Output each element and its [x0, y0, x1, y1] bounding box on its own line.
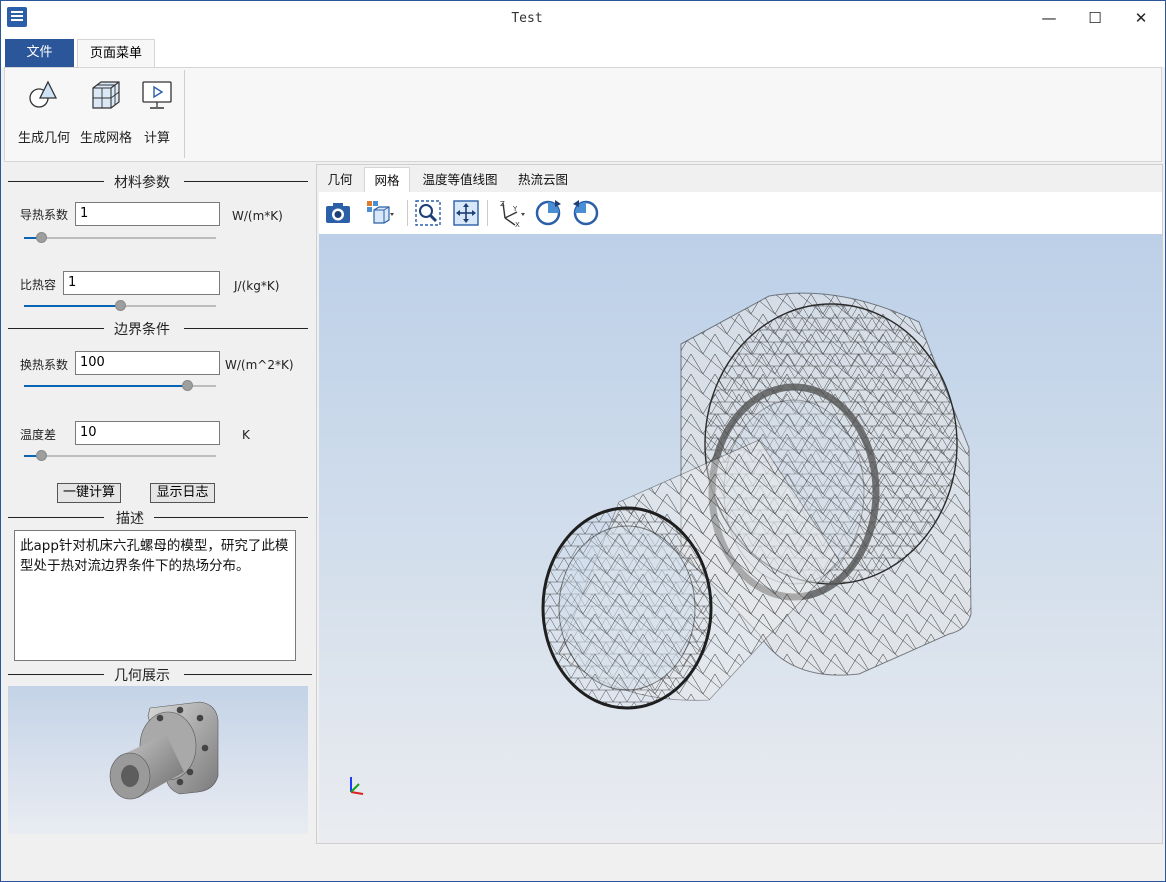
conductivity-slider[interactable] [24, 232, 216, 244]
specific-heat-unit: J/(kg*K) [234, 279, 280, 293]
heat-transfer-unit: W/(m^2*K) [225, 358, 294, 372]
temp-diff-input[interactable]: 10 [75, 421, 220, 445]
material-section-header: 材料参数 [8, 172, 308, 191]
tab-temperature-contour[interactable]: 温度等值线图 [417, 167, 503, 193]
mesh-3d-viewport[interactable] [319, 234, 1162, 843]
show-log-button[interactable]: 显示日志 [150, 483, 215, 503]
svg-text:Y: Y [512, 205, 518, 213]
conductivity-unit: W/(m*K) [232, 209, 283, 223]
ribbon-separator [184, 70, 185, 158]
generate-mesh-label: 生成网格 [79, 131, 132, 146]
visualization-panel: 几何 网格 温度等值线图 热流云图 Z Y X [316, 164, 1163, 844]
rotate-cw-icon[interactable] [571, 198, 601, 228]
tab-heat-flux-cloud[interactable]: 热流云图 [511, 167, 575, 193]
heat-transfer-slider[interactable] [24, 380, 216, 392]
tab-file[interactable]: 文件 [5, 39, 74, 67]
minimize-button[interactable]: — [1026, 1, 1072, 35]
tab-mesh[interactable]: 网格 [364, 167, 410, 193]
view-toolbar: Z Y X [319, 192, 1162, 234]
zoom-box-icon[interactable] [413, 198, 443, 228]
generate-mesh-button[interactable]: 生成网格 [77, 74, 135, 154]
heat-transfer-input[interactable]: 100 [75, 351, 220, 375]
generate-geometry-button[interactable]: 生成几何 [15, 74, 73, 154]
compute-button-ribbon[interactable]: 计算 [139, 74, 175, 154]
compute-monitor-icon [142, 81, 172, 109]
maximize-button[interactable]: ☐ [1072, 1, 1118, 35]
nut-mesh-render [350, 292, 972, 795]
toolbar-separator [407, 200, 408, 226]
temp-diff-unit: K [242, 428, 250, 442]
rotate-ccw-icon[interactable] [533, 198, 563, 228]
window-title: Test [511, 11, 543, 26]
parameter-panel: 材料参数 导热系数 1 W/(m*K) 比热容 1 J/(kg*K) 边界条件 … [4, 164, 312, 844]
mesh-cube-icon [92, 81, 120, 109]
slider-thumb[interactable] [115, 300, 126, 311]
toolbar-separator [487, 200, 488, 226]
title-bar: Test — ☐ ✕ [1, 1, 1165, 37]
generate-geometry-label: 生成几何 [17, 131, 70, 146]
fit-all-icon[interactable] [451, 198, 481, 228]
specific-heat-input[interactable]: 1 [63, 271, 220, 295]
temp-diff-slider[interactable] [24, 450, 216, 462]
slider-thumb[interactable] [182, 380, 194, 391]
geometry-preview-viewport[interactable] [8, 686, 308, 834]
heat-transfer-label: 换热系数 [20, 358, 69, 372]
ribbon-tab-bar: 文件 页面菜单 [1, 37, 1165, 67]
close-button[interactable]: ✕ [1118, 1, 1164, 35]
compute-ribbon-label: 计算 [143, 131, 170, 146]
material-section-title: 材料参数 [114, 175, 170, 191]
description-textarea[interactable]: 此app针对机床六孔螺母的模型，研究了此模型处于热对流边界条件下的热场分布。 [14, 530, 296, 661]
boundary-section-title: 边界条件 [114, 322, 170, 338]
boundary-section-header: 边界条件 [8, 319, 308, 338]
specific-heat-slider[interactable] [24, 300, 216, 312]
svg-text:Z: Z [500, 200, 505, 208]
tab-geometry[interactable]: 几何 [321, 167, 359, 193]
geometry-section-header: 几何展示 [8, 665, 312, 684]
axis-orientation-dropdown-icon[interactable]: Z Y X [495, 198, 525, 228]
camera-icon[interactable] [323, 198, 353, 228]
view-cube-dropdown-icon[interactable] [365, 198, 395, 228]
description-section-header: 描述 [8, 508, 308, 527]
app-window: Test — ☐ ✕ 文件 页面菜单 生成几何 生成网格 计算 材料参数 导热系… [0, 0, 1166, 882]
specific-heat-label: 比热容 [20, 278, 57, 292]
conductivity-input[interactable]: 1 [75, 202, 220, 226]
one-click-compute-button[interactable]: 一键计算 [57, 483, 121, 503]
description-section-title: 描述 [116, 511, 144, 527]
svg-text:X: X [515, 221, 520, 228]
tab-page-menu[interactable]: 页面菜单 [77, 39, 155, 67]
geometry-section-title: 几何展示 [114, 668, 170, 684]
ribbon-panel: 生成几何 生成网格 计算 [4, 67, 1162, 162]
nut-geometry-render [109, 701, 219, 800]
geometry-shapes-icon [29, 80, 58, 108]
slider-thumb[interactable] [36, 450, 48, 461]
slider-thumb[interactable] [36, 232, 48, 243]
temp-diff-label: 温度差 [20, 428, 57, 442]
conductivity-label: 导热系数 [20, 208, 69, 222]
